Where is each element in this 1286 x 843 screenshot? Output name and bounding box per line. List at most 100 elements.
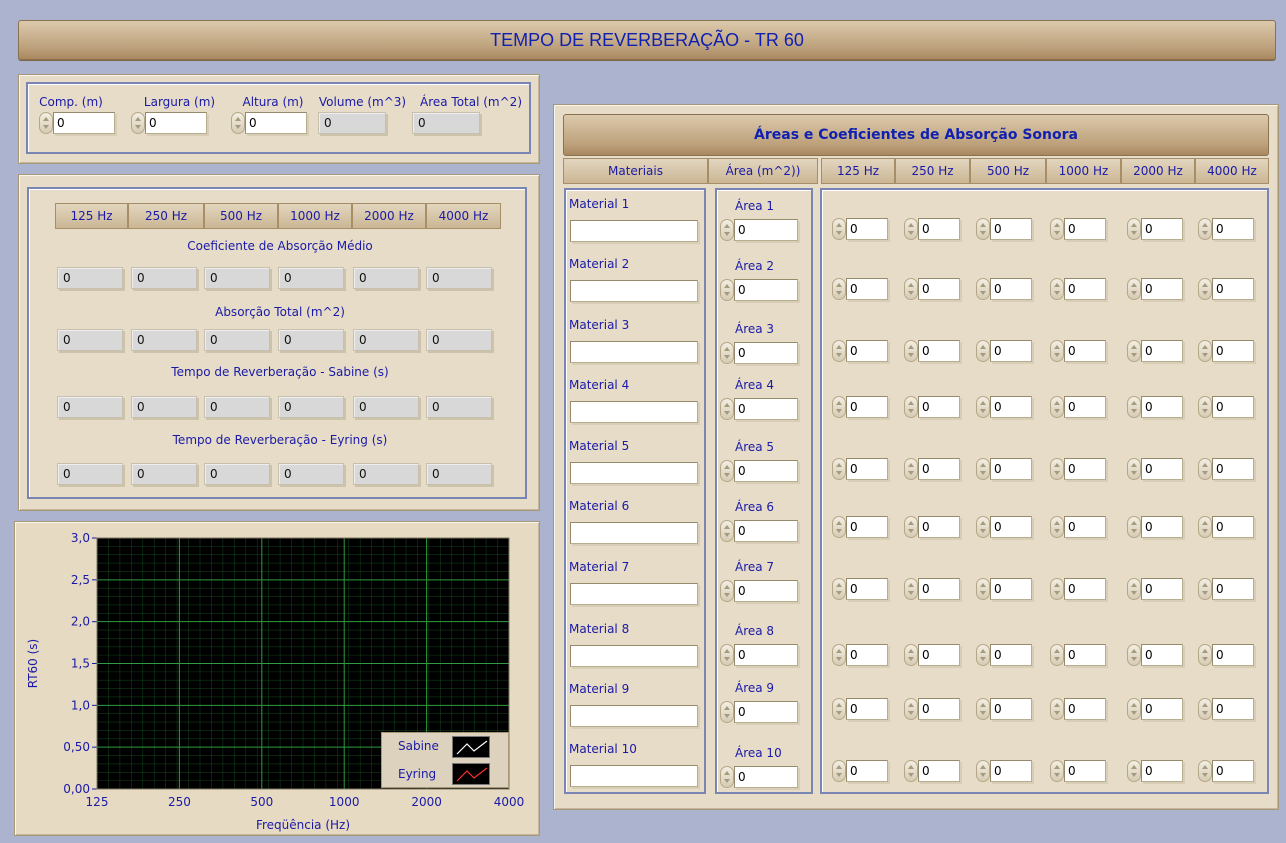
area-input[interactable]: 0	[734, 766, 798, 788]
rt60-chart[interactable]: 125 250 500 1000 2000 4000 0,00 0,50 1,0 1,5 2,0 2,…	[15, 522, 541, 837]
material-name-input[interactable]	[570, 462, 698, 484]
coefficient-stepper-icon[interactable]	[832, 340, 846, 362]
area-stepper-icon[interactable]	[720, 644, 734, 666]
coefficient-input[interactable]: 0	[918, 516, 960, 538]
coefficient-stepper-icon[interactable]	[976, 698, 990, 720]
coefficient-input[interactable]: 0	[1212, 644, 1254, 666]
coefficient-input[interactable]: 0	[990, 760, 1032, 782]
coefficient-stepper-icon[interactable]	[1198, 516, 1212, 538]
coefficient-input[interactable]: 0	[1212, 340, 1254, 362]
area-stepper-icon[interactable]	[720, 460, 734, 482]
coefficient-stepper-icon[interactable]	[904, 278, 918, 300]
coefficient-stepper-icon[interactable]	[1127, 578, 1141, 600]
coefficient-input[interactable]: 0	[918, 218, 960, 240]
coefficient-stepper-icon[interactable]	[832, 458, 846, 480]
coefficient-stepper-icon[interactable]	[1127, 340, 1141, 362]
coefficient-input[interactable]: 0	[918, 340, 960, 362]
coefficient-input[interactable]: 0	[990, 218, 1032, 240]
coefficient-input[interactable]: 0	[1064, 218, 1106, 240]
coefficient-input[interactable]: 0	[846, 578, 888, 600]
coefficient-stepper-icon[interactable]	[832, 578, 846, 600]
area-input[interactable]: 0	[734, 580, 798, 602]
coefficient-input[interactable]: 0	[918, 760, 960, 782]
coefficient-input[interactable]: 0	[1141, 340, 1183, 362]
coefficient-stepper-icon[interactable]	[904, 218, 918, 240]
coefficient-input[interactable]: 0	[1212, 760, 1254, 782]
coefficient-stepper-icon[interactable]	[976, 218, 990, 240]
material-name-input[interactable]	[570, 522, 698, 544]
coefficient-input[interactable]: 0	[846, 458, 888, 480]
coefficient-input[interactable]: 0	[918, 698, 960, 720]
coefficient-stepper-icon[interactable]	[1127, 516, 1141, 538]
area-stepper-icon[interactable]	[720, 219, 734, 241]
coefficient-input[interactable]: 0	[1064, 516, 1106, 538]
coefficient-stepper-icon[interactable]	[1050, 340, 1064, 362]
height-input[interactable]: 0	[245, 112, 307, 134]
coefficient-input[interactable]: 0	[1064, 760, 1106, 782]
coefficient-stepper-icon[interactable]	[1127, 760, 1141, 782]
coefficient-stepper-icon[interactable]	[976, 278, 990, 300]
area-stepper-icon[interactable]	[720, 520, 734, 542]
area-input[interactable]: 0	[734, 644, 798, 666]
coefficient-stepper-icon[interactable]	[1198, 760, 1212, 782]
coefficient-input[interactable]: 0	[846, 340, 888, 362]
material-name-input[interactable]	[570, 645, 698, 667]
material-name-input[interactable]	[570, 220, 698, 242]
coefficient-stepper-icon[interactable]	[1050, 698, 1064, 720]
coefficient-input[interactable]: 0	[990, 340, 1032, 362]
coefficient-stepper-icon[interactable]	[1198, 698, 1212, 720]
coefficient-input[interactable]: 0	[990, 278, 1032, 300]
coefficient-input[interactable]: 0	[1064, 396, 1106, 418]
area-stepper-icon[interactable]	[720, 398, 734, 420]
area-input[interactable]: 0	[734, 279, 798, 301]
coefficient-stepper-icon[interactable]	[904, 644, 918, 666]
coefficient-stepper-icon[interactable]	[1198, 644, 1212, 666]
coefficient-input[interactable]: 0	[846, 396, 888, 418]
coefficient-stepper-icon[interactable]	[832, 278, 846, 300]
coefficient-input[interactable]: 0	[1212, 396, 1254, 418]
coefficient-stepper-icon[interactable]	[832, 516, 846, 538]
coefficient-input[interactable]: 0	[918, 278, 960, 300]
material-name-input[interactable]	[570, 401, 698, 423]
coefficient-stepper-icon[interactable]	[1050, 396, 1064, 418]
coefficient-input[interactable]: 0	[846, 698, 888, 720]
coefficient-stepper-icon[interactable]	[904, 340, 918, 362]
coefficient-input[interactable]: 0	[846, 278, 888, 300]
coefficient-stepper-icon[interactable]	[904, 458, 918, 480]
coefficient-stepper-icon[interactable]	[1050, 516, 1064, 538]
coefficient-stepper-icon[interactable]	[976, 458, 990, 480]
coefficient-input[interactable]: 0	[918, 578, 960, 600]
material-name-input[interactable]	[570, 765, 698, 787]
material-name-input[interactable]	[570, 705, 698, 727]
area-stepper-icon[interactable]	[720, 766, 734, 788]
material-name-input[interactable]	[570, 341, 698, 363]
coefficient-input[interactable]: 0	[1141, 458, 1183, 480]
coefficient-input[interactable]: 0	[1212, 578, 1254, 600]
coefficient-stepper-icon[interactable]	[832, 396, 846, 418]
coefficient-input[interactable]: 0	[990, 396, 1032, 418]
coefficient-stepper-icon[interactable]	[832, 698, 846, 720]
coefficient-input[interactable]: 0	[1064, 698, 1106, 720]
coefficient-stepper-icon[interactable]	[976, 760, 990, 782]
coefficient-input[interactable]: 0	[918, 396, 960, 418]
coefficient-input[interactable]: 0	[990, 578, 1032, 600]
coefficient-input[interactable]: 0	[846, 218, 888, 240]
coefficient-input[interactable]: 0	[990, 458, 1032, 480]
coefficient-stepper-icon[interactable]	[1127, 458, 1141, 480]
coefficient-stepper-icon[interactable]	[976, 396, 990, 418]
coefficient-stepper-icon[interactable]	[1050, 760, 1064, 782]
height-stepper-icon[interactable]	[231, 112, 245, 134]
area-input[interactable]: 0	[734, 219, 798, 241]
coefficient-input[interactable]: 0	[1064, 278, 1106, 300]
coefficient-stepper-icon[interactable]	[832, 760, 846, 782]
coefficient-stepper-icon[interactable]	[1198, 278, 1212, 300]
coefficient-stepper-icon[interactable]	[1050, 218, 1064, 240]
coefficient-stepper-icon[interactable]	[1198, 340, 1212, 362]
coefficient-stepper-icon[interactable]	[1198, 396, 1212, 418]
coefficient-stepper-icon[interactable]	[1050, 458, 1064, 480]
coefficient-stepper-icon[interactable]	[1198, 218, 1212, 240]
material-name-input[interactable]	[570, 583, 698, 605]
coefficient-input[interactable]: 0	[990, 516, 1032, 538]
coefficient-stepper-icon[interactable]	[976, 578, 990, 600]
coefficient-stepper-icon[interactable]	[1050, 644, 1064, 666]
